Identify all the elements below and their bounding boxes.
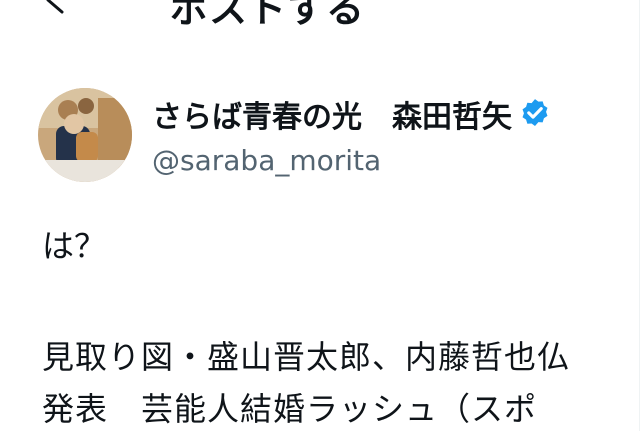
arrow-left-icon (46, 0, 64, 14)
top-bar: ポストする (0, 0, 640, 31)
post-text-line: 見取り図・盛山晋太郎、内藤哲也仏 (42, 338, 571, 376)
verified-badge-icon (522, 99, 548, 127)
page-title: ポストする (170, 0, 366, 31)
avatar[interactable] (38, 88, 132, 182)
display-name-row[interactable]: さらば青春の光 森田哲矢 (152, 92, 552, 136)
back-button[interactable] (36, 0, 76, 20)
post-text-line: 発表 芸能人結婚ラッシュ（スポ (42, 390, 538, 428)
post-author: さらば青春の光 森田哲矢 @saraba_morita (38, 88, 638, 184)
avatar-photo (38, 88, 132, 182)
display-name[interactable]: さらば青春の光 森田哲矢 (152, 92, 512, 136)
post-text-line: は？ (42, 227, 107, 265)
user-handle[interactable]: @saraba_morita (152, 144, 381, 177)
post-detail-screen: ポストする さらば青春の光 森田哲矢 @saraba_morita は？ 見取り… (0, 0, 640, 431)
